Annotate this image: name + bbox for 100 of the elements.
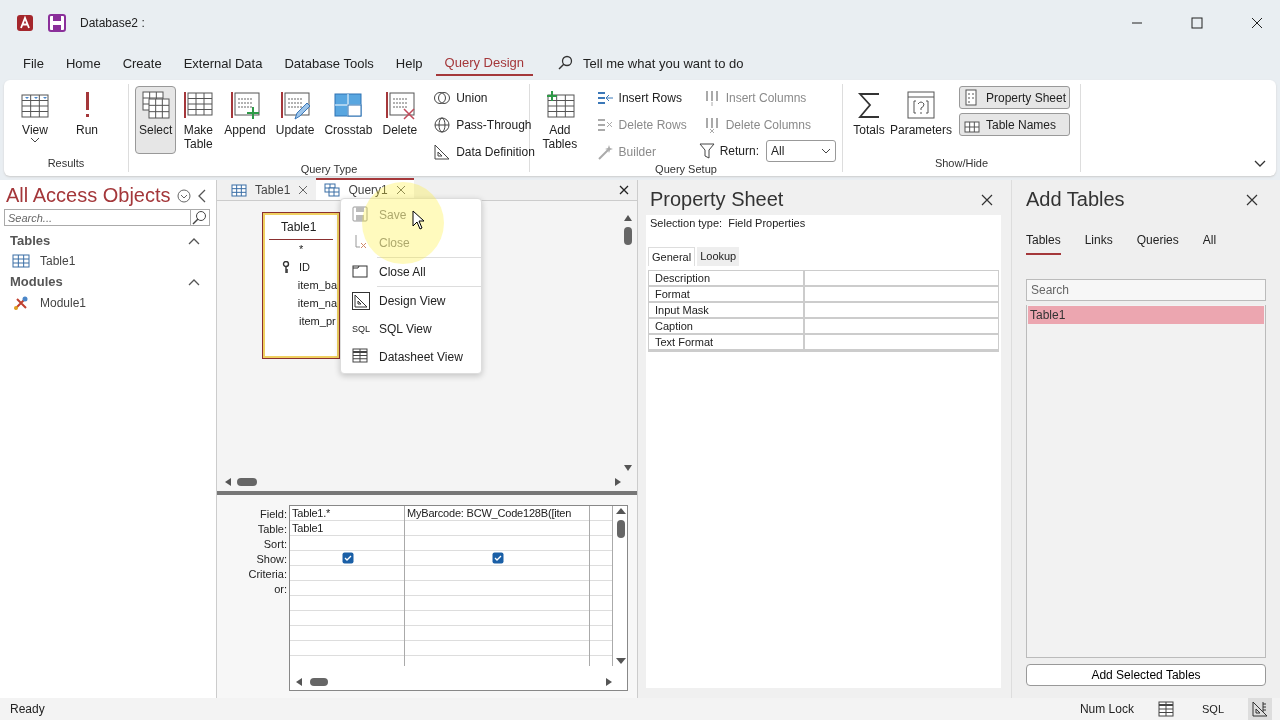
folder-icon bbox=[352, 263, 370, 281]
ruler-triangle-icon bbox=[433, 142, 452, 161]
vertical-scrollbar[interactable] bbox=[623, 213, 633, 473]
tab[interactable]: All bbox=[1202, 229, 1217, 255]
nav-item[interactable]: Table1 bbox=[0, 251, 216, 271]
ribbon-button[interactable]: Append bbox=[220, 86, 270, 154]
ribbon-button[interactable]: Run bbox=[62, 86, 112, 154]
grid-cell[interactable]: Table1.* bbox=[290, 506, 404, 521]
ruler-triangle-icon bbox=[1252, 701, 1268, 717]
table-icon bbox=[182, 89, 215, 121]
ribbon-button[interactable]: Insert Rows bbox=[591, 86, 691, 109]
row-label: Show: bbox=[255, 552, 287, 567]
table-icon bbox=[12, 254, 30, 268]
ribbon-button[interactable]: Parameters bbox=[891, 86, 951, 154]
ribbon-tab[interactable]: Home bbox=[56, 51, 110, 75]
design-view-button[interactable] bbox=[1248, 698, 1272, 720]
search-icon bbox=[557, 55, 574, 71]
ribbon-button[interactable]: View bbox=[10, 86, 60, 154]
ribbon-button[interactable]: Totals bbox=[849, 86, 889, 154]
field-name[interactable]: * bbox=[299, 243, 304, 255]
section-header[interactable]: Tables bbox=[0, 230, 216, 251]
menu-item[interactable]: Close All bbox=[341, 258, 481, 286]
menu-item[interactable]: SQL SQL View bbox=[341, 315, 481, 343]
field-name[interactable]: item_pr bbox=[299, 315, 336, 327]
key-icon bbox=[282, 261, 290, 273]
search-icon[interactable] bbox=[190, 209, 209, 226]
ribbon-button[interactable]: Update bbox=[271, 86, 319, 154]
save-icon[interactable] bbox=[48, 14, 66, 32]
property-name: Format bbox=[649, 287, 805, 301]
sql-view-button[interactable]: SQL bbox=[1198, 698, 1228, 720]
ribbon-button[interactable]: Data Definition bbox=[429, 140, 539, 163]
section-header[interactable]: Modules bbox=[0, 271, 216, 292]
checkbox[interactable] bbox=[342, 552, 354, 564]
tab[interactable]: Tables bbox=[1026, 229, 1061, 255]
ribbon-tab[interactable]: Database Tools bbox=[275, 51, 383, 75]
tell-me-search[interactable]: Tell me what you want to do bbox=[557, 55, 744, 71]
document-tab[interactable]: Query1 bbox=[316, 178, 414, 200]
group-label: Results bbox=[46, 157, 86, 171]
table-icon bbox=[1158, 701, 1174, 717]
row-label: Field: bbox=[259, 507, 287, 522]
close-icon[interactable] bbox=[619, 185, 629, 195]
ribbon-button[interactable]: Add Tables bbox=[536, 86, 584, 154]
row-label: Sort: bbox=[262, 537, 287, 552]
collapse-ribbon-icon[interactable] bbox=[1254, 160, 1266, 168]
add-selected-tables-button[interactable]: Add Selected Tables bbox=[1026, 664, 1266, 686]
ribbon-button[interactable]: Delete bbox=[378, 86, 422, 154]
save-icon bbox=[352, 206, 370, 224]
property-name: Description bbox=[649, 271, 805, 285]
property-tab[interactable]: General bbox=[648, 247, 696, 266]
field-name[interactable]: item_ba bbox=[297, 279, 337, 291]
ribbon-tab[interactable]: Query Design bbox=[435, 50, 534, 76]
field-name[interactable]: item_na bbox=[297, 297, 337, 309]
horizontal-scrollbar[interactable] bbox=[223, 477, 623, 487]
tab[interactable]: Queries bbox=[1136, 229, 1179, 255]
ribbon-button[interactable]: Crosstab bbox=[320, 86, 377, 154]
horizontal-scrollbar[interactable] bbox=[294, 676, 614, 688]
selection-type-label: Selection type: bbox=[650, 217, 723, 229]
search-field[interactable]: Search... bbox=[4, 209, 210, 226]
row-label: Table: bbox=[256, 522, 287, 537]
ribbon-button[interactable]: Make Table bbox=[178, 86, 219, 154]
ribbon-button[interactable]: Pass-Through bbox=[429, 113, 539, 136]
menu-item[interactable]: Datasheet View bbox=[341, 343, 481, 371]
search-field[interactable]: Search bbox=[1026, 279, 1266, 301]
mouse-pointer-icon bbox=[412, 210, 426, 230]
ribbon-button[interactable]: Property Sheet bbox=[959, 86, 1071, 109]
table-pencil-icon bbox=[279, 89, 312, 121]
row-label: or: bbox=[273, 582, 287, 597]
ribbon-tab[interactable]: File bbox=[14, 51, 53, 75]
pane-title: Property Sheet bbox=[650, 188, 784, 211]
close-icon[interactable] bbox=[981, 193, 993, 206]
tables-icon bbox=[139, 89, 172, 121]
document-tab[interactable]: Table1 bbox=[223, 180, 317, 200]
field-name[interactable]: ID bbox=[299, 261, 310, 273]
vertical-scrollbar[interactable] bbox=[615, 506, 627, 666]
tab[interactable]: Links bbox=[1084, 229, 1113, 255]
grid-cell[interactable]: MyBarcode: BCW_Code128B([iten bbox=[405, 506, 589, 521]
num-lock-indicator: Num Lock bbox=[1079, 702, 1134, 716]
property-name: Text Format bbox=[649, 335, 805, 349]
grid-cell[interactable]: Table1 bbox=[290, 521, 404, 536]
list-item[interactable]: Table1 bbox=[1028, 306, 1264, 324]
ribbon-tab[interactable]: External Data bbox=[174, 51, 272, 75]
ribbon-button[interactable]: Select bbox=[135, 86, 177, 154]
close-icon[interactable] bbox=[1246, 193, 1258, 206]
table-field-list[interactable]: Table1 * ID item_ba item_na item_pr bbox=[263, 213, 339, 358]
checkbox[interactable] bbox=[492, 552, 504, 564]
table-cross-icon bbox=[383, 89, 416, 121]
window-title: Database2 : bbox=[80, 16, 145, 30]
menu-item[interactable]: Design View bbox=[341, 287, 481, 315]
property-tab[interactable]: Lookup bbox=[697, 247, 740, 266]
ribbon-tab[interactable]: Help bbox=[386, 51, 432, 75]
return-dropdown[interactable]: All bbox=[766, 140, 836, 162]
nav-item[interactable]: Module1 bbox=[0, 292, 216, 314]
ribbon-button[interactable]: Union bbox=[429, 86, 539, 109]
collapse-pane-icon[interactable] bbox=[196, 188, 207, 203]
ruler-triangle-icon bbox=[352, 292, 370, 310]
dropdown-icon[interactable] bbox=[176, 188, 191, 203]
funnel-icon bbox=[698, 142, 717, 160]
ribbon-button[interactable]: Table Names bbox=[959, 113, 1071, 136]
app-logo-icon bbox=[16, 14, 34, 32]
ribbon-tab[interactable]: Create bbox=[113, 51, 171, 75]
